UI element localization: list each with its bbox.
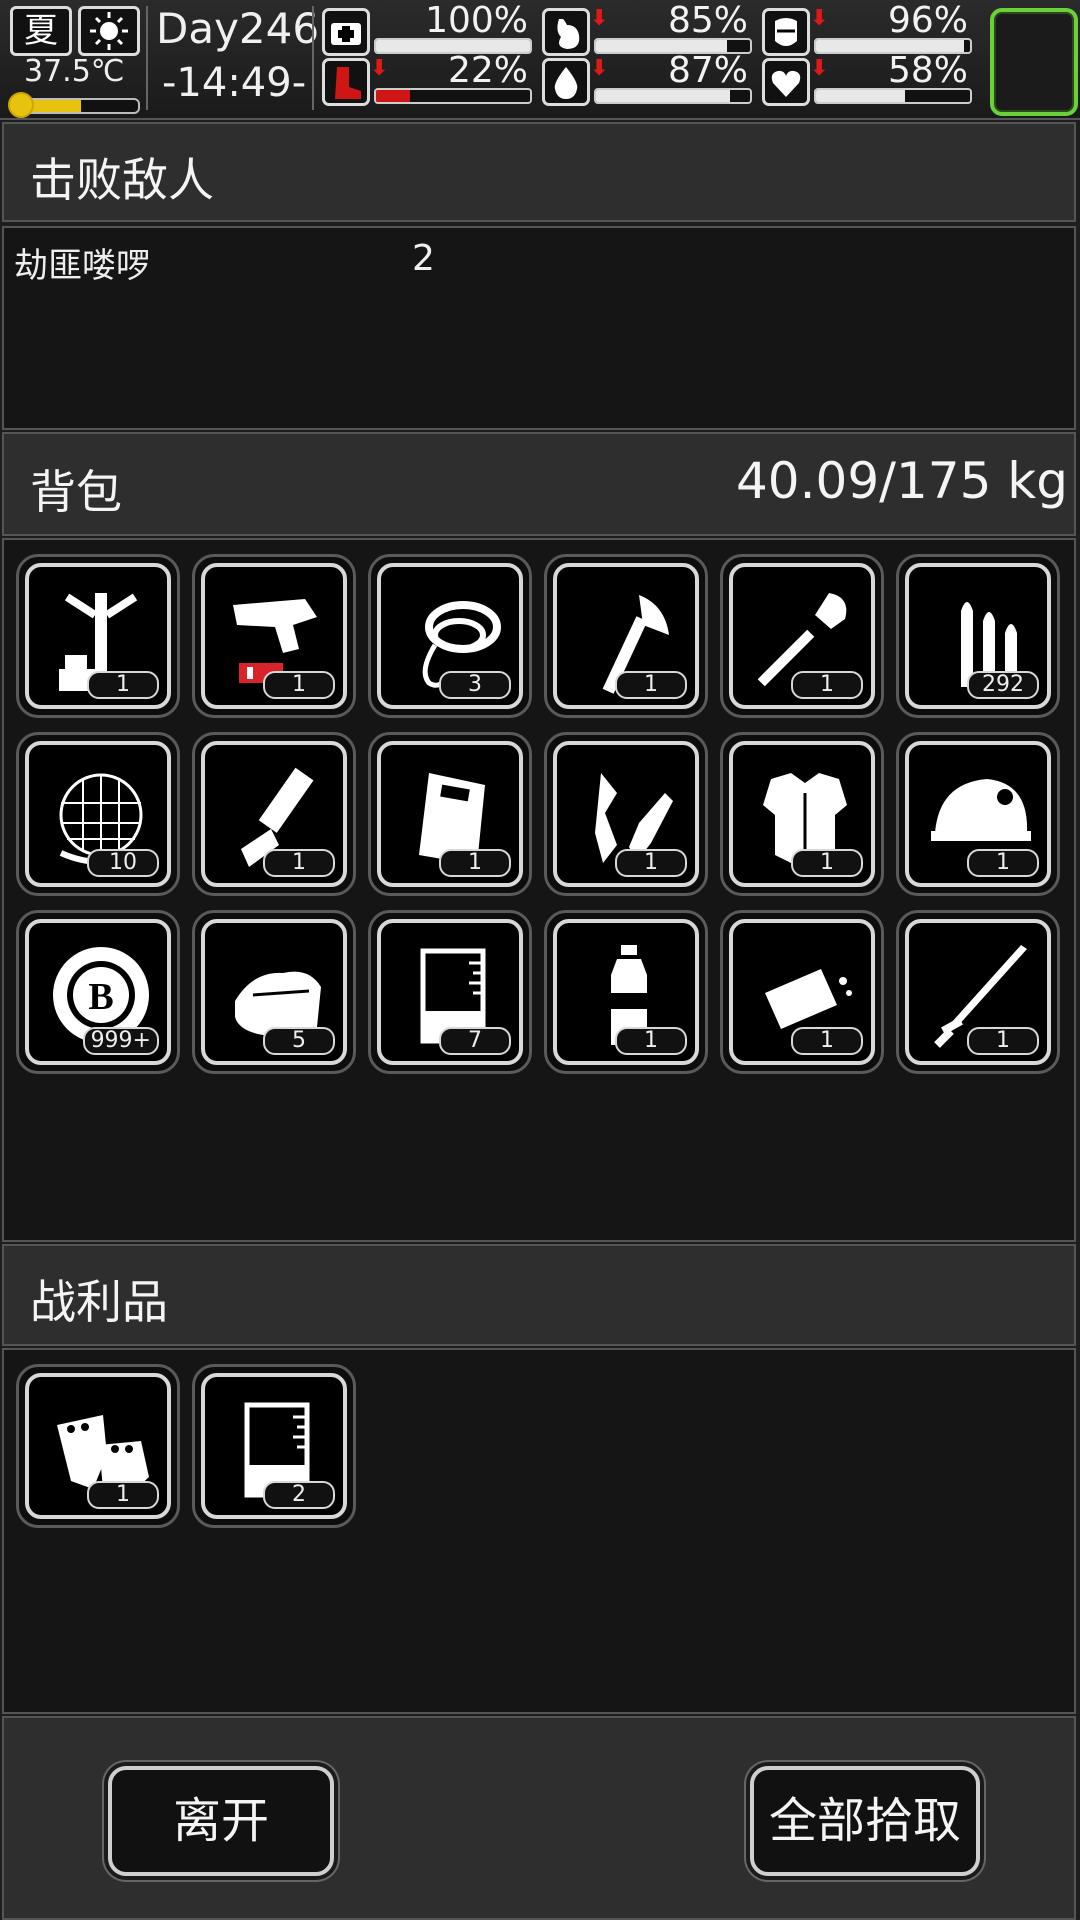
item-count: 1 <box>439 849 511 877</box>
armor-icon <box>762 8 810 56</box>
item-slot[interactable]: 1 <box>896 910 1060 1074</box>
item-count: 1 <box>87 671 159 699</box>
item-slot[interactable]: 1 <box>368 732 532 896</box>
stat-meter: ⬇ 58% <box>762 50 976 108</box>
item-count: 3 <box>439 671 511 699</box>
season-label: 夏 <box>24 11 58 51</box>
status-effect-slot[interactable] <box>990 8 1078 116</box>
item-count: 1 <box>967 849 1039 877</box>
enemy-count: 2 <box>412 238 435 279</box>
item-slot[interactable]: 1 <box>192 732 356 896</box>
item-count: 1 <box>263 849 335 877</box>
stat-value: 87% <box>667 50 748 91</box>
sun-icon <box>78 6 140 56</box>
take-all-label: 全部拾取 <box>768 1793 961 1849</box>
item-slot[interactable]: 10 <box>16 732 180 896</box>
item-slot[interactable]: 1 <box>720 732 884 896</box>
loot-grid: 12 <box>2 1348 1076 1714</box>
stat-bar <box>814 88 972 104</box>
defeated-panel: 劫匪喽啰 2 <box>2 226 1076 430</box>
down-arrow-icon: ⬇ <box>370 56 389 81</box>
item-slot[interactable]: 1 <box>544 732 708 896</box>
backpack-grid: 1 1 3 1 1 292 10 1 1 1 1 1 B 999+ 5 7 1 1 1 <box>2 538 1076 1242</box>
thermometer-bulb <box>8 92 34 118</box>
item-slot[interactable]: 1 <box>720 910 884 1074</box>
status-hud: 夏 37.5℃ Day246 -14:49- 100% ⬇ 85% ⬇ 96% ⬇ 22% ⬇… <box>0 0 1080 120</box>
stat-value: 85% <box>667 0 748 41</box>
defeated-title: 击败敌人 <box>30 153 214 207</box>
item-count: 1 <box>967 1027 1039 1055</box>
down-arrow-icon: ⬇ <box>590 6 609 31</box>
temperature-readout: 37.5℃ <box>24 54 125 89</box>
divider <box>146 6 148 110</box>
backpack-weight: 40.09/175 kg <box>735 452 1068 510</box>
divider <box>312 6 314 110</box>
item-count: 10 <box>87 849 159 877</box>
stat-value: 96% <box>887 0 968 41</box>
down-arrow-icon: ⬇ <box>810 6 829 31</box>
heart-icon <box>762 58 810 106</box>
item-slot[interactable]: 292 <box>896 554 1060 718</box>
item-slot[interactable]: 7 <box>368 910 532 1074</box>
svg-text:B: B <box>88 976 113 1018</box>
item-slot[interactable]: 1 <box>16 1364 180 1528</box>
loot-title: 战利品 <box>30 1275 168 1329</box>
day-counter: Day246 <box>156 4 320 53</box>
item-slot[interactable]: 1 <box>544 554 708 718</box>
item-slot[interactable]: 1 <box>720 554 884 718</box>
boot-icon <box>322 58 370 106</box>
stat-value: 22% <box>447 50 528 91</box>
water-drop-icon <box>542 58 590 106</box>
medkit-icon <box>322 8 370 56</box>
stat-value: 100% <box>425 0 528 41</box>
leave-label: 离开 <box>172 1793 269 1849</box>
season-indicator: 夏 <box>10 6 72 56</box>
item-count: 7 <box>439 1027 511 1055</box>
item-count: 1 <box>87 1481 159 1509</box>
item-slot[interactable]: 1 <box>544 910 708 1074</box>
loot-header: 战利品 <box>2 1244 1076 1346</box>
defeated-header: 击败敌人 <box>2 122 1076 222</box>
item-slot[interactable]: 1 <box>896 732 1060 896</box>
item-slot[interactable]: 1 <box>16 554 180 718</box>
item-count: 1 <box>615 1027 687 1055</box>
item-count: 2 <box>263 1481 335 1509</box>
item-count: 1 <box>615 849 687 877</box>
item-slot[interactable]: 2 <box>192 1364 356 1528</box>
backpack-title: 背包 <box>30 465 122 519</box>
item-slot[interactable]: 1 <box>192 554 356 718</box>
stat-bar <box>374 88 532 104</box>
item-count: 5 <box>263 1027 335 1055</box>
stomach-icon <box>542 8 590 56</box>
item-count: 1 <box>791 1027 863 1055</box>
clock: -14:49- <box>162 60 307 106</box>
item-count: 1 <box>263 671 335 699</box>
down-arrow-icon: ⬇ <box>590 56 609 81</box>
item-count: 1 <box>791 849 863 877</box>
stat-value: 58% <box>887 50 968 91</box>
item-count: 999+ <box>82 1027 159 1055</box>
backpack-header: 背包 40.09/175 kg <box>2 432 1076 536</box>
item-count: 1 <box>791 671 863 699</box>
stat-meter: ⬇ 22% <box>322 50 536 108</box>
stat-meter: ⬇ 87% <box>542 50 756 108</box>
item-count: 292 <box>967 671 1039 699</box>
down-arrow-icon: ⬇ <box>810 56 829 81</box>
item-slot[interactable]: 3 <box>368 554 532 718</box>
item-count: 1 <box>615 671 687 699</box>
leave-button[interactable]: 离开 <box>108 1766 334 1876</box>
item-slot[interactable]: 5 <box>192 910 356 1074</box>
take-all-button[interactable]: 全部拾取 <box>750 1766 980 1876</box>
enemy-name: 劫匪喽啰 <box>14 246 150 286</box>
action-bar: 离开 全部拾取 <box>2 1716 1076 1920</box>
stat-bar <box>594 88 752 104</box>
item-slot[interactable]: B 999+ <box>16 910 180 1074</box>
